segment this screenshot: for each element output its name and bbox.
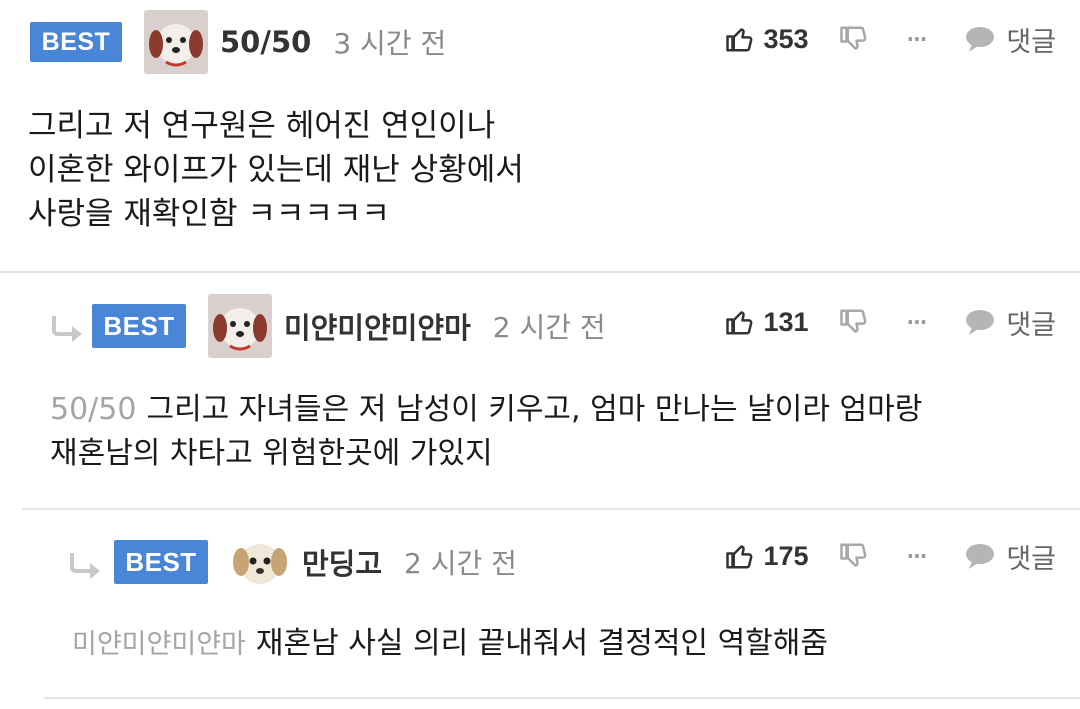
comment-body: 미얀미얀미얀마 재혼남 사실 의리 끝내줘서 결정적인 역할해줌 (72, 622, 828, 667)
divider (22, 508, 1080, 510)
comment-header: BEST 미얀미얀미얀마 2 시간 전 (92, 294, 606, 358)
more-icon: ··· (906, 27, 928, 51)
comment-line: 그리고 저 연구원은 헤어진 연인이나 (28, 108, 496, 144)
dog-avatar-icon (144, 10, 208, 74)
speech-bubble-icon (966, 27, 995, 52)
comment-line: 이혼한 와이프가 있는데 재난 상황에서 (28, 152, 524, 188)
nickname[interactable]: 미얀미얀미얀마 (284, 305, 471, 347)
reply-label: 댓글 (1006, 26, 1056, 58)
mention-link[interactable]: 미얀미얀미얀마 (72, 629, 246, 660)
like-button[interactable]: 175 (725, 540, 809, 572)
divider (0, 271, 1080, 273)
dislike-button[interactable] (839, 541, 869, 571)
comment-actions: 175 ··· 댓글 (725, 526, 1056, 586)
reply-button[interactable]: 댓글 (964, 20, 1056, 59)
timestamp: 2 시간 전 (492, 311, 606, 344)
comment-line: 재혼남의 차타고 위험한곳에 가있지 (50, 436, 493, 471)
thumbs-up-icon (726, 28, 753, 52)
dog-avatar-icon (208, 294, 272, 358)
mention-link[interactable]: 50/50 (50, 392, 136, 427)
more-button[interactable]: ··· (906, 544, 928, 568)
speech-bubble-icon (966, 310, 995, 335)
timestamp: 3 시간 전 (333, 27, 447, 60)
nickname[interactable]: 만딩고 (302, 541, 382, 583)
comment-actions: 131 ··· 댓글 (725, 292, 1056, 352)
comment-line: 사랑을 재확인함 ㅋㅋㅋㅋㅋ (28, 196, 390, 232)
like-count: 353 (763, 23, 809, 54)
comment-header: BEST 만딩고 2 시간 전 (114, 532, 517, 592)
comment-body: 그리고 저 연구원은 헤어진 연인이나 이혼한 와이프가 있는데 재난 상황에서… (28, 104, 524, 236)
dislike-button[interactable] (839, 307, 869, 337)
reply-button[interactable]: 댓글 (964, 303, 1056, 342)
thumbs-down-icon (839, 26, 866, 50)
like-count: 131 (763, 306, 809, 337)
comment-body: 50/50 그리고 자녀들은 저 남성이 키우고, 엄마 만나는 날이라 엄마랑 … (50, 388, 922, 476)
reply-label: 댓글 (1006, 309, 1056, 341)
thumbs-down-icon (839, 543, 866, 567)
dislike-button[interactable] (839, 24, 869, 54)
like-button[interactable]: 353 (725, 23, 809, 55)
more-button[interactable]: ··· (906, 310, 928, 334)
best-badge: BEST (30, 22, 122, 62)
avatar[interactable] (144, 10, 208, 74)
thumbs-up-icon (726, 311, 753, 335)
puppy-avatar-icon (233, 544, 287, 584)
timestamp: 2 시간 전 (404, 547, 517, 580)
best-badge: BEST (92, 304, 186, 348)
reply-arrow-icon (70, 553, 100, 579)
speech-bubble-icon (966, 544, 995, 569)
thumbs-up-icon (726, 545, 753, 569)
more-button[interactable]: ··· (906, 27, 928, 51)
comment-line: 50/50 그리고 자녀들은 저 남성이 키우고, 엄마 만나는 날이라 엄마랑 (50, 392, 923, 427)
nickname[interactable]: 50/50 (220, 25, 311, 59)
comment-actions: 353 ··· 댓글 (725, 9, 1056, 69)
comment-header: BEST 50/50 3 시간 전 (30, 10, 447, 74)
reply-label: 댓글 (1006, 543, 1056, 575)
reply-arrow-icon (52, 316, 82, 342)
thumbs-down-icon (839, 309, 866, 333)
like-count: 175 (763, 540, 809, 571)
divider (44, 697, 1080, 699)
like-button[interactable]: 131 (725, 306, 809, 338)
more-icon: ··· (906, 544, 928, 568)
avatar[interactable] (208, 294, 272, 358)
more-icon: ··· (906, 310, 928, 334)
best-badge: BEST (114, 540, 208, 584)
avatar[interactable] (230, 534, 290, 590)
reply-button[interactable]: 댓글 (964, 537, 1056, 576)
comment-line: 미얀미얀미얀마 재혼남 사실 의리 끝내줘서 결정적인 역할해줌 (72, 626, 828, 661)
